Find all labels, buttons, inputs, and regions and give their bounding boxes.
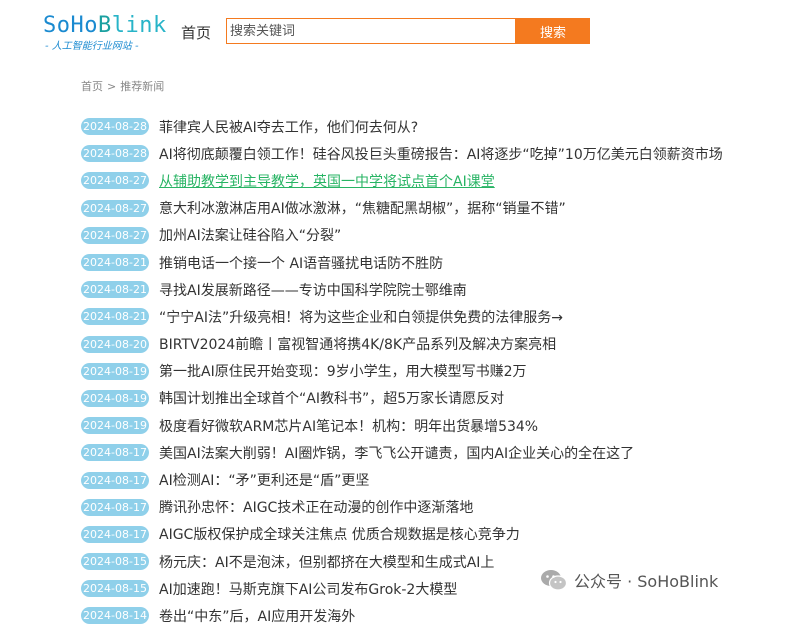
news-date-badge: 2024-08-19: [81, 417, 149, 435]
news-list-item: 2024-08-17 腾讯孙忠怀：AIGC技术正在动漫的创作中逐渐落地: [81, 494, 723, 521]
news-title-link[interactable]: 杨元庆：AI不是泡沫，但别都挤在大模型和生成式AI上: [159, 552, 494, 572]
breadcrumb-current: 推荐新闻: [120, 80, 165, 93]
news-date-badge: 2024-08-17: [81, 471, 149, 489]
news-list-item: 2024-08-28 AI将彻底颠覆白领工作！硅谷风投巨头重磅报告：AI将逐步“吃…: [81, 140, 723, 167]
news-title-link[interactable]: 菲律宾人民被AI夺去工作，他们何去何从?: [159, 117, 418, 137]
news-title-link[interactable]: 美国AI法案大削弱！AI圈炸锅，李飞飞公开谴责，国内AI企业关心的全在这了: [159, 443, 634, 463]
news-title-link[interactable]: 极度看好微软ARM芯片AI笔记本！机构：明年出货暴增534%: [159, 416, 538, 436]
watermark-text: 公众号 · SoHoBlink: [574, 572, 719, 591]
news-title-link[interactable]: 寻找AI发展新路径——专访中国科学院院士鄂维南: [159, 280, 467, 300]
news-title-link[interactable]: 韩国计划推出全球首个“AI教科书”，超5万家长请愿反对: [159, 388, 504, 408]
news-title-link[interactable]: BIRTV2024前瞻丨富视智通将携4K/8K产品系列及解决方案亮相: [159, 334, 556, 354]
news-list-item: 2024-08-27 从辅助教学到主导教学，英国一中学将试点首个AI课堂: [81, 167, 723, 194]
news-list-item: 2024-08-14 卷出“中东”后，AI应用开发海外: [81, 602, 723, 629]
news-list-item: 2024-08-27 加州AI法案让硅谷陷入“分裂”: [81, 222, 723, 249]
news-title-link[interactable]: 腾讯孙忠怀：AIGC技术正在动漫的创作中逐渐落地: [159, 497, 473, 517]
news-title-link[interactable]: AI加速跑！马斯克旗下AI公司发布Grok-2大模型: [159, 579, 457, 599]
news-title-link[interactable]: 第一批AI原住民开始变现：9岁小学生，用大模型写书赚2万: [159, 361, 527, 381]
news-title-link[interactable]: 从辅助教学到主导教学，英国一中学将试点首个AI课堂: [159, 171, 495, 191]
news-title-link[interactable]: 卷出“中东”后，AI应用开发海外: [159, 606, 355, 626]
news-list-item: 2024-08-21 推销电话一个接一个 AI语音骚扰电话防不胜防: [81, 249, 723, 276]
news-date-badge: 2024-08-20: [81, 335, 149, 353]
news-title-link[interactable]: AIGC版权保护成全球关注焦点 优质合规数据是核心竞争力: [159, 524, 520, 544]
news-date-badge: 2024-08-19: [81, 389, 149, 407]
news-list-item: 2024-08-19 极度看好微软ARM芯片AI笔记本！机构：明年出货暴增534%: [81, 412, 723, 439]
logo-part: Ho: [70, 13, 98, 38]
news-list-item: 2024-08-21 寻找AI发展新路径——专访中国科学院院士鄂维南: [81, 276, 723, 303]
logo-part: B: [98, 13, 112, 38]
news-date-badge: 2024-08-27: [81, 172, 149, 190]
news-list-item: 2024-08-17 AIGC版权保护成全球关注焦点 优质合规数据是核心竞争力: [81, 521, 723, 548]
logo-part: link: [111, 13, 167, 38]
news-list-item: 2024-08-17 AI检测AI：“矛”更利还是“盾”更坚: [81, 466, 723, 493]
logo-tagline: - 人工智能行业网站 -: [45, 41, 139, 52]
news-date-badge: 2024-08-21: [81, 281, 149, 299]
logo-part: So: [43, 13, 71, 38]
news-date-badge: 2024-08-14: [81, 607, 149, 625]
wechat-icon: [541, 570, 568, 591]
news-list-item: 2024-08-21 “宁宁AI法”升级亮相！将为这些企业和白领提供免费的法律服务…: [81, 303, 723, 330]
news-title-link[interactable]: AI将彻底颠覆白领工作！硅谷风投巨头重磅报告：AI将逐步“吃掉”10万亿美元白领…: [159, 144, 723, 164]
news-list-item: 2024-08-17 美国AI法案大削弱！AI圈炸锅，李飞飞公开谴责，国内AI企业…: [81, 439, 723, 466]
news-date-badge: 2024-08-17: [81, 444, 149, 462]
news-date-badge: 2024-08-17: [81, 498, 149, 516]
news-date-badge: 2024-08-21: [81, 308, 149, 326]
news-date-badge: 2024-08-28: [81, 118, 149, 136]
news-date-badge: 2024-08-28: [81, 145, 149, 163]
breadcrumb: 首页 > 推荐新闻: [81, 78, 164, 94]
news-date-badge: 2024-08-27: [81, 199, 149, 217]
search-input[interactable]: [226, 18, 516, 44]
news-list-item: 2024-08-19 韩国计划推出全球首个“AI教科书”，超5万家长请愿反对: [81, 385, 723, 412]
news-list-item: 2024-08-28 菲律宾人民被AI夺去工作，他们何去何从?: [81, 113, 723, 140]
news-date-badge: 2024-08-27: [81, 226, 149, 244]
search-button[interactable]: 搜索: [516, 18, 590, 44]
news-list: 2024-08-28 菲律宾人民被AI夺去工作，他们何去何从? 2024-08-28…: [81, 113, 723, 630]
news-title-link[interactable]: 加州AI法案让硅谷陷入“分裂”: [159, 225, 341, 245]
news-date-badge: 2024-08-15: [81, 553, 149, 571]
news-title-link[interactable]: 意大利冰激淋店用AI做冰激淋，“焦糖配黑胡椒”，据称“销量不错”: [159, 198, 566, 218]
news-date-badge: 2024-08-21: [81, 254, 149, 272]
breadcrumb-home-link[interactable]: 首页: [81, 80, 103, 93]
site-logo[interactable]: SoHoBlink - 人工智能行业网站 -: [43, 13, 169, 52]
wechat-watermark: 公众号 · SoHoBlink: [540, 568, 718, 592]
breadcrumb-separator: >: [107, 80, 117, 93]
news-list-item: 2024-08-19 第一批AI原住民开始变现：9岁小学生，用大模型写书赚2万: [81, 358, 723, 385]
logo-wordmark: SoHoBlink: [43, 13, 169, 39]
news-list-item: 2024-08-20 BIRTV2024前瞻丨富视智通将携4K/8K产品系列及解决…: [81, 331, 723, 358]
news-list-item: 2024-08-27 意大利冰激淋店用AI做冰激淋，“焦糖配黑胡椒”，据称“销量不…: [81, 195, 723, 222]
news-date-badge: 2024-08-19: [81, 362, 149, 380]
news-date-badge: 2024-08-17: [81, 525, 149, 543]
news-title-link[interactable]: 推销电话一个接一个 AI语音骚扰电话防不胜防: [159, 253, 443, 273]
news-title-link[interactable]: AI检测AI：“矛”更利还是“盾”更坚: [159, 470, 369, 490]
news-date-badge: 2024-08-15: [81, 580, 149, 598]
news-title-link[interactable]: “宁宁AI法”升级亮相！将为这些企业和白领提供免费的法律服务→: [159, 307, 563, 327]
nav-home-link[interactable]: 首页: [181, 22, 211, 43]
